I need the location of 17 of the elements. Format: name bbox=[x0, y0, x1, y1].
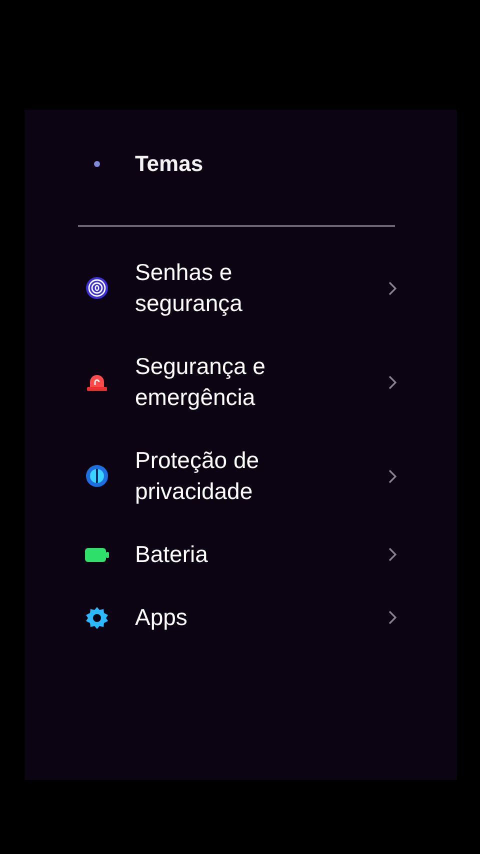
shield-icon bbox=[86, 465, 108, 487]
theme-icon bbox=[94, 161, 100, 167]
chevron-icon bbox=[388, 610, 397, 625]
settings-item[interactable]: Bateria bbox=[25, 523, 457, 586]
setting-label: Temas bbox=[135, 151, 204, 177]
chevron-icon bbox=[388, 468, 397, 484]
battery-icon bbox=[85, 548, 109, 562]
settings-item[interactable]: Proteção de privacidade bbox=[25, 429, 457, 523]
gear-icon bbox=[86, 606, 108, 628]
chevron-icon bbox=[388, 547, 397, 562]
settings-item[interactable]: Segurança e emergência bbox=[25, 335, 457, 429]
chevron-icon bbox=[388, 280, 397, 296]
settings-item[interactable]: Apps bbox=[25, 586, 457, 649]
siren-icon bbox=[87, 375, 107, 391]
fingerprint-icon bbox=[86, 277, 108, 299]
chevron-icon bbox=[388, 374, 397, 390]
settings-item[interactable]: Senhas e segurança bbox=[25, 241, 457, 335]
